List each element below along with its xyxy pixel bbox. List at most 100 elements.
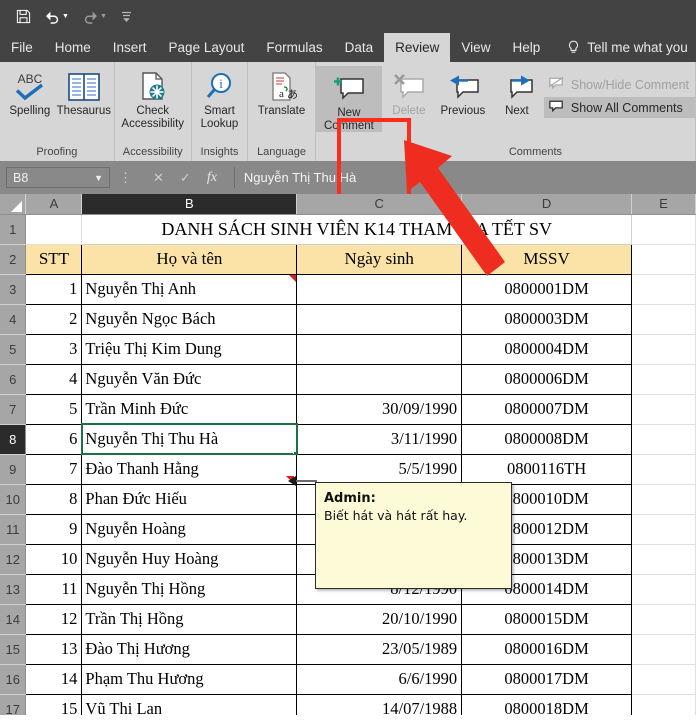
select-all-corner[interactable] [0, 194, 27, 215]
cell-e3[interactable] [631, 274, 696, 305]
thesaurus-button[interactable]: Thesaurus [57, 66, 111, 118]
cell-a15[interactable]: 13 [25, 633, 83, 665]
column-header-b[interactable]: B [81, 194, 298, 215]
cell-a17[interactable]: 15 [25, 693, 83, 715]
new-comment-button[interactable]: New Comment [315, 66, 382, 132]
cell-c7[interactable]: 30/09/1990 [296, 393, 463, 425]
cell-d15[interactable]: 0800016DM [461, 633, 633, 665]
cell-d6[interactable]: 0800006DM [461, 363, 633, 395]
cell-c8[interactable]: 3/11/1990 [296, 423, 463, 455]
confirm-icon[interactable]: ✓ [180, 170, 191, 186]
cell-b9[interactable]: Đào Thanh Hằng [81, 453, 298, 485]
cell-d5[interactable]: 0800004DM [461, 333, 633, 365]
row-header-10[interactable]: 10 [0, 484, 27, 515]
cell-b14[interactable]: Trần Thị Hồng [81, 603, 298, 635]
cell-b3[interactable]: Nguyễn Thị Anh [81, 273, 298, 305]
row-header-5[interactable]: 5 [0, 334, 27, 365]
smart-lookup-button[interactable]: i Smart Lookup [192, 66, 246, 130]
cell-e8[interactable] [631, 424, 696, 455]
row-header-2[interactable]: 2 [0, 244, 27, 275]
name-box[interactable]: B8 ▼ [6, 167, 110, 188]
row-header-15[interactable]: 15 [0, 634, 27, 665]
cell-b16[interactable]: Phạm Thu Hương [81, 663, 298, 695]
cell-b15[interactable]: Đào Thị Hương [81, 633, 298, 665]
formula-bar-grip[interactable]: ⋮ [115, 170, 136, 186]
translate-button[interactable]: aあ Translate [250, 66, 314, 118]
column-header-a[interactable]: A [25, 194, 83, 215]
row-header-14[interactable]: 14 [0, 604, 27, 635]
cell-d7[interactable]: 0800007DM [461, 393, 633, 425]
customize-qat-icon[interactable] [121, 10, 132, 23]
cell-c17[interactable]: 14/07/1988 [296, 693, 463, 715]
row-header-6[interactable]: 6 [0, 364, 27, 395]
cell-e9[interactable] [631, 454, 696, 485]
undo-icon[interactable]: ▼ [45, 10, 69, 24]
cell-c15[interactable]: 23/05/1989 [296, 633, 463, 665]
cell-c5[interactable] [296, 333, 463, 365]
cell-e15[interactable] [631, 634, 696, 665]
cell-d17[interactable]: 0800018DM [461, 693, 633, 715]
cell-b17[interactable]: Vũ Thị Lan [81, 693, 298, 715]
show-all-comments-toggle[interactable]: Show All Comments [543, 97, 695, 118]
cancel-icon[interactable]: ✕ [153, 170, 164, 186]
row-header-16[interactable]: 16 [0, 664, 27, 695]
column-header-e[interactable]: E [631, 194, 696, 215]
row-header-17[interactable]: 17 [0, 694, 27, 715]
cell-c3[interactable] [296, 273, 463, 305]
save-icon[interactable] [16, 9, 31, 24]
cell-b8-selected[interactable]: Nguyễn Thị Thu Hà [80, 423, 298, 455]
cell-header-mssv[interactable]: MSSV [461, 243, 633, 275]
cell-c6[interactable] [296, 363, 463, 395]
tab-file[interactable]: File [0, 33, 44, 62]
row-header-7[interactable]: 7 [0, 394, 27, 425]
cell-e11[interactable] [631, 514, 696, 545]
formula-input[interactable]: Nguyễn Thị Thu Hà [233, 167, 690, 188]
column-header-d[interactable]: D [461, 194, 633, 215]
cell-d9[interactable]: 0800116TH [461, 453, 633, 485]
cell-c4[interactable] [296, 303, 463, 335]
redo-icon[interactable]: ▼ [83, 10, 107, 24]
fx-icon[interactable]: fx [207, 170, 217, 186]
cell-c16[interactable]: 6/6/1990 [296, 663, 463, 695]
check-accessibility-button[interactable]: Check Accessibility [121, 66, 185, 130]
cell-title-merged[interactable]: DANH SÁCH SINH VIÊN K14 THAM GIA TẾT SV [81, 214, 633, 245]
cell-b11[interactable]: Nguyễn Hoàng [81, 513, 298, 545]
row-header-12[interactable]: 12 [0, 544, 27, 575]
spelling-button[interactable]: ABC Spelling [3, 66, 57, 118]
tab-help[interactable]: Help [501, 33, 551, 62]
row-header-3[interactable]: 3 [0, 274, 27, 305]
row-header-9[interactable]: 9 [0, 454, 27, 485]
cell-a1[interactable] [25, 214, 83, 245]
cell-e17[interactable] [631, 694, 696, 715]
cell-a3[interactable]: 1 [25, 273, 83, 305]
cell-d4[interactable]: 0800003DM [461, 303, 633, 335]
cell-a6[interactable]: 4 [25, 363, 83, 395]
cell-a4[interactable]: 2 [25, 303, 83, 335]
cell-e16[interactable] [631, 664, 696, 695]
cell-header-name[interactable]: Họ và tên [81, 243, 298, 275]
row-header-4[interactable]: 4 [0, 304, 27, 335]
cell-a7[interactable]: 5 [25, 393, 83, 425]
cell-c14[interactable]: 20/10/1990 [296, 603, 463, 635]
column-header-c[interactable]: C [296, 194, 463, 215]
cell-e5[interactable] [631, 334, 696, 365]
comment-popup[interactable]: Admin: Biết hát và hát rất hay. [315, 482, 512, 589]
cell-b12[interactable]: Nguyễn Huy Hoàng [81, 543, 298, 575]
cell-e4[interactable] [631, 304, 696, 335]
cell-a11[interactable]: 9 [25, 513, 83, 545]
tab-formulas[interactable]: Formulas [255, 33, 333, 62]
cell-b5[interactable]: Triệu Thị Kim Dung [81, 333, 298, 365]
cell-e12[interactable] [631, 544, 696, 575]
cell-a10[interactable]: 8 [25, 483, 83, 515]
cell-b10[interactable]: Phan Đức Hiếu [81, 483, 298, 515]
cell-e13[interactable] [631, 574, 696, 605]
cell-a9[interactable]: 7 [25, 453, 83, 485]
cell-a13[interactable]: 11 [25, 573, 83, 605]
cell-header-stt[interactable]: STT [25, 243, 83, 275]
cell-a14[interactable]: 12 [25, 603, 83, 635]
redo-caret-icon[interactable]: ▼ [100, 13, 107, 20]
cell-e14[interactable] [631, 604, 696, 635]
cell-d16[interactable]: 0800017DM [461, 663, 633, 695]
tab-data[interactable]: Data [334, 33, 385, 62]
cell-b7[interactable]: Trần Minh Đức [81, 393, 298, 425]
